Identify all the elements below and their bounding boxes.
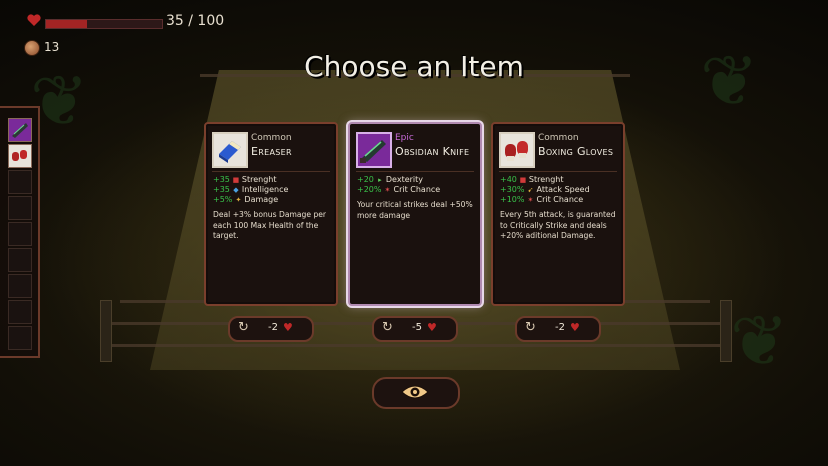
- stat-label: Dexterity: [385, 175, 424, 184]
- inventory-slot[interactable]: [8, 326, 32, 350]
- item-name: Obsidian Knife: [395, 145, 470, 158]
- stat-value: +5%: [213, 195, 233, 204]
- stat-row: +10% ✶ Crit Chance: [500, 195, 590, 205]
- ring-post: [100, 300, 112, 362]
- heart-icon: [27, 14, 41, 26]
- stat-row: +5% ✦ Damage: [213, 195, 288, 205]
- inventory-slot[interactable]: [8, 300, 32, 324]
- health-text: 35 / 100: [166, 13, 225, 29]
- heart-icon: ♥: [570, 321, 580, 334]
- stat-value: +35: [213, 175, 230, 184]
- strength-icon: ■: [519, 176, 527, 184]
- item-card-obsidian-knife[interactable]: Epic Obsidian Knife +20 ▸ Dexterity +20% ✶ C…: [348, 122, 482, 306]
- item-card-boxing-gloves[interactable]: Common Boxing Gloves +40 ■ Strenght +30% ➹ A…: [491, 122, 625, 306]
- inventory-slot[interactable]: [8, 274, 32, 298]
- stat-row: +35 ◆ Intelligence: [213, 185, 288, 195]
- stat-label: Strenght: [528, 175, 564, 184]
- item-description: Deal +3% bonus Damage per each 100 Max H…: [213, 210, 327, 240]
- obsidian-knife-icon: [9, 119, 31, 141]
- reroll-icon: ↻: [382, 320, 393, 335]
- stat-label: Strenght: [241, 175, 277, 184]
- heart-icon: ♥: [427, 321, 437, 334]
- attack-speed-icon: ➹: [527, 186, 534, 194]
- inventory-slot-obsidian-knife[interactable]: [8, 118, 32, 142]
- item-description: Every 5th attack, is guaranted to Critic…: [500, 210, 616, 240]
- stat-row: +20 ▸ Dexterity: [357, 175, 440, 185]
- divider: [356, 171, 474, 172]
- boxing-gloves-icon: [9, 145, 31, 167]
- inventory-slot[interactable]: [8, 196, 32, 220]
- boxing-gloves-icon: [499, 132, 535, 168]
- reroll-button[interactable]: ↻ -2 ♥: [515, 316, 601, 342]
- dexterity-icon: ▸: [378, 176, 382, 184]
- reroll-cost: -5: [412, 322, 422, 333]
- stat-label: Crit Chance: [536, 195, 584, 204]
- stat-value: +20%: [357, 185, 382, 194]
- intelligence-icon: ◆: [233, 186, 239, 194]
- page-title: Choose an Item: [304, 50, 524, 83]
- item-stats: +20 ▸ Dexterity +20% ✶ Crit Chance: [357, 175, 440, 195]
- item-description: Your critical strikes deal +50% more dam…: [357, 200, 473, 220]
- crit-chance-icon: ✶: [384, 186, 391, 194]
- stat-label: Intelligence: [241, 185, 289, 194]
- eraser-icon: [212, 132, 248, 168]
- divider: [499, 171, 617, 172]
- stat-row: +30% ➹ Attack Speed: [500, 185, 590, 195]
- heart-icon: ♥: [283, 321, 293, 334]
- obsidian-knife-icon: [356, 132, 392, 168]
- stat-row: +20% ✶ Crit Chance: [357, 185, 440, 195]
- item-name: Ereaser: [251, 145, 292, 158]
- item-name: Boxing Gloves: [538, 145, 614, 158]
- health-bar-fill: [46, 20, 87, 28]
- stat-label: Attack Speed: [536, 185, 590, 194]
- reroll-cost: -2: [555, 322, 565, 333]
- inventory-slot[interactable]: [8, 170, 32, 194]
- item-stats: +35 ■ Strenght +35 ◆ Intelligence +5% ✦ Damage: [213, 175, 288, 205]
- damage-icon: ✦: [235, 196, 242, 204]
- inventory-slot[interactable]: [8, 248, 32, 272]
- reroll-icon: ↻: [525, 320, 536, 335]
- eye-icon: [401, 385, 429, 399]
- reroll-button[interactable]: ↻ -2 ♥: [228, 316, 314, 342]
- divider: [212, 171, 330, 172]
- stat-label: Crit Chance: [393, 185, 441, 194]
- stat-row: +35 ■ Strenght: [213, 175, 288, 185]
- reroll-button[interactable]: ↻ -5 ♥: [372, 316, 458, 342]
- item-card-ereaser[interactable]: Common Ereaser +35 ■ Strenght +35 ◆ Intellig…: [204, 122, 338, 306]
- ring-rope: [100, 344, 730, 347]
- stat-value: +10%: [500, 195, 525, 204]
- stat-value: +35: [213, 185, 230, 194]
- stat-value: +40: [500, 175, 517, 184]
- inventory-sidebar: [0, 106, 40, 358]
- reroll-cost: -2: [268, 322, 278, 333]
- stat-row: +40 ■ Strenght: [500, 175, 590, 185]
- item-rarity: Epic: [395, 133, 414, 143]
- item-rarity: Common: [251, 133, 292, 143]
- inventory-slot[interactable]: [8, 222, 32, 246]
- health-bar: [45, 19, 163, 29]
- stat-value: +30%: [500, 185, 525, 194]
- reroll-icon: ↻: [238, 320, 249, 335]
- stat-value: +20: [357, 175, 374, 184]
- item-stats: +40 ■ Strenght +30% ➹ Attack Speed +10% ✶ Crit…: [500, 175, 590, 205]
- view-toggle-button[interactable]: [372, 377, 460, 409]
- inventory-slot-boxing-gloves[interactable]: [8, 144, 32, 168]
- crit-chance-icon: ✶: [527, 196, 534, 204]
- jungle-leaf: ❦: [730, 300, 789, 382]
- strength-icon: ■: [232, 176, 240, 184]
- stat-label: Damage: [244, 195, 279, 204]
- item-rarity: Common: [538, 133, 579, 143]
